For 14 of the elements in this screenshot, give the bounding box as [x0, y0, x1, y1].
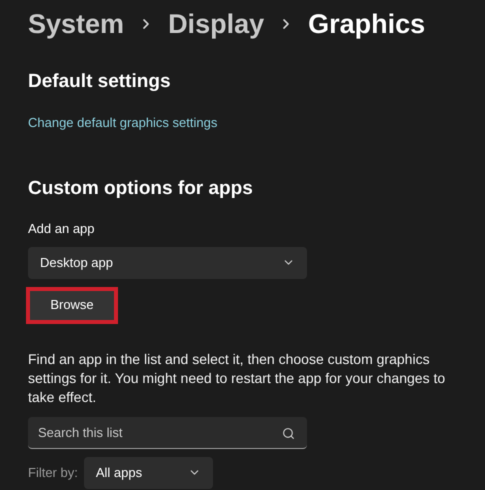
- breadcrumb-item: Graphics: [308, 8, 426, 41]
- search-field[interactable]: Search this list: [28, 416, 307, 448]
- filter-label: Filter by:: [28, 464, 78, 482]
- section-heading: Custom options for apps: [28, 176, 254, 200]
- browse-button[interactable]: Browse: [30, 290, 114, 320]
- app-type-dropdown[interactable]: Desktop app: [28, 246, 307, 278]
- default-graphics-link[interactable]: Change default graphics settings: [28, 114, 218, 130]
- field-label: Add an app: [28, 220, 96, 238]
- search-icon: [282, 426, 295, 440]
- breadcrumb-item[interactable]: Display: [168, 4, 264, 44]
- breadcrumb-item[interactable]: System: [28, 4, 124, 44]
- description-text: Find an app in the list and select it, then choose custom graphics settings for it. You might need to restart the app for your changes to take effect.: [28, 350, 446, 406]
- section-heading: Default settings: [28, 70, 172, 94]
- filter-dropdown[interactable]: All apps: [84, 456, 213, 488]
